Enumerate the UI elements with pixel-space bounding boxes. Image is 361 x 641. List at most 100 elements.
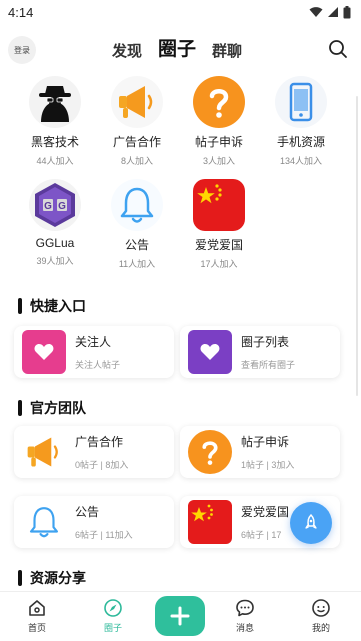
megaphone-icon	[22, 430, 66, 474]
circle-item-appeal[interactable]: 帖子申诉 3人加入	[178, 76, 260, 167]
section-marker	[18, 400, 22, 416]
card-text: 圈子列表 查看所有圈子	[241, 333, 295, 371]
card-subtitle: 6帖子 | 11加入	[75, 530, 133, 540]
heart-icon	[22, 330, 66, 374]
card-subtitle: 6帖子 | 17	[241, 530, 282, 540]
card-text: 帖子申诉 1帖子 | 3加入	[241, 433, 294, 471]
card-title: 关注人	[75, 335, 112, 349]
plus-icon	[170, 606, 190, 626]
search-icon[interactable]	[327, 38, 349, 60]
card-circle-list[interactable]: 圈子列表 查看所有圈子	[180, 326, 340, 378]
svg-text:G: G	[58, 201, 66, 212]
card-text: 公告 6帖子 | 11加入	[75, 503, 133, 541]
message-icon	[236, 599, 254, 617]
tab-discover[interactable]: 发现	[112, 40, 142, 61]
card-subtitle: 1帖子 | 3加入	[241, 460, 295, 470]
circle-count: 8人加入	[120, 156, 153, 166]
nav-circles[interactable]: 圈子	[88, 598, 138, 634]
bottom-nav: 首页 圈子 消息 我的	[0, 591, 361, 641]
card-followed-users[interactable]: 关注人 关注人帖子	[14, 326, 174, 378]
card-title: 爱党爱国	[241, 505, 290, 519]
rocket-icon	[305, 513, 317, 529]
nav-home[interactable]: 首页	[12, 598, 62, 634]
rocket-button[interactable]	[290, 502, 332, 544]
circle-item-patriot[interactable]: 爱党爱国 17人加入	[178, 179, 260, 270]
top-bar: 登录 发现 圈子 群聊	[0, 30, 361, 70]
card-notice[interactable]: 公告 6帖子 | 11加入	[14, 496, 174, 548]
nav-create-button[interactable]	[155, 596, 205, 636]
section-title-text: 资源分享	[30, 570, 86, 586]
login-button[interactable]: 登录	[8, 36, 36, 64]
circle-name: 公告	[124, 238, 149, 252]
section-resources-title: 资源分享	[18, 568, 86, 588]
bell-icon	[111, 179, 163, 231]
circle-name: 广告合作	[112, 135, 161, 149]
circle-count: 11人加入	[118, 259, 156, 269]
megaphone-icon	[111, 76, 163, 128]
circle-name: 手机资源	[276, 135, 325, 149]
china-flag-icon	[188, 500, 232, 544]
wifi-icon	[309, 7, 323, 17]
section-title-text: 官方团队	[30, 400, 86, 416]
nav-label: 我的	[311, 623, 330, 633]
tab-circles[interactable]: 圈子	[158, 34, 196, 61]
circle-item-hacker[interactable]: 黑客技术 44人加入	[14, 76, 96, 167]
circle-count: 17人加入	[200, 259, 238, 269]
card-subtitle: 0帖子 | 8加入	[75, 460, 129, 470]
card-text: 广告合作 0帖子 | 8加入	[75, 433, 128, 471]
tab-group-chat[interactable]: 群聊	[212, 40, 242, 61]
section-marker	[18, 298, 22, 314]
question-icon	[193, 76, 245, 128]
card-post-appeal[interactable]: 帖子申诉 1帖子 | 3加入	[180, 426, 340, 478]
nav-label: 圈子	[103, 623, 122, 633]
circle-name: 黑客技术	[30, 135, 79, 149]
circle-name: 爱党爱国	[194, 238, 243, 252]
circle-count: 3人加入	[202, 156, 235, 166]
compass-icon	[104, 599, 122, 617]
card-subtitle: 查看所有圈子	[241, 360, 296, 370]
battery-icon	[343, 5, 351, 18]
status-time: 4:14	[8, 4, 34, 20]
china-flag-icon	[193, 179, 245, 231]
nav-label: 首页	[27, 623, 46, 633]
status-bar: 4:14	[0, 0, 361, 24]
section-quick-entry-title: 快捷入口	[18, 296, 86, 316]
circle-count: 44人加入	[36, 156, 74, 166]
circle-name: 帖子申诉	[194, 135, 243, 149]
status-icons	[309, 5, 351, 19]
question-icon	[188, 430, 232, 474]
gg-icon: G G	[29, 179, 81, 231]
section-title-text: 快捷入口	[30, 298, 86, 314]
home-icon	[29, 600, 45, 616]
circle-item-phone-resources[interactable]: 手机资源 134人加入	[260, 76, 342, 167]
section-official-team-title: 官方团队	[18, 398, 86, 418]
circle-count: 134人加入	[279, 156, 323, 166]
circle-item-gglua[interactable]: G G GGLua 39人加入	[14, 179, 96, 270]
card-title: 广告合作	[75, 435, 124, 449]
hacker-icon	[29, 76, 81, 128]
phone-icon	[275, 76, 327, 128]
card-text: 爱党爱国 6帖子 | 17	[241, 503, 289, 541]
section-marker	[18, 570, 22, 586]
bell-icon	[22, 500, 66, 544]
profile-icon	[312, 599, 330, 617]
nav-profile[interactable]: 我的	[296, 598, 346, 634]
circle-grid: 黑客技术 44人加入 广告合作 8人加入 帖子申诉 3人加入 手机资源 134人…	[14, 76, 344, 270]
header-tabs: 发现 圈子 群聊	[112, 34, 242, 61]
circle-item-notice[interactable]: 公告 11人加入	[96, 179, 178, 270]
card-title: 公告	[75, 505, 100, 519]
card-subtitle: 关注人帖子	[75, 360, 121, 370]
card-ads-cooperation[interactable]: 广告合作 0帖子 | 8加入	[14, 426, 174, 478]
circle-name: GGLua	[35, 236, 75, 250]
circle-count: 39人加入	[36, 256, 74, 266]
card-text: 关注人 关注人帖子	[75, 333, 120, 371]
card-title: 帖子申诉	[241, 435, 290, 449]
svg-text:G: G	[44, 201, 52, 212]
scrollbar[interactable]	[356, 96, 358, 396]
heart-icon	[188, 330, 232, 374]
nav-label: 消息	[235, 623, 254, 633]
signal-icon	[328, 7, 338, 17]
circle-item-ads[interactable]: 广告合作 8人加入	[96, 76, 178, 167]
card-title: 圈子列表	[241, 335, 290, 349]
nav-messages[interactable]: 消息	[220, 598, 270, 634]
